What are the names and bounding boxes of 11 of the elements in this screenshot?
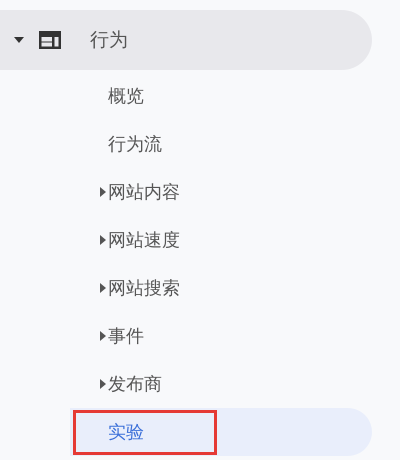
nav-item[interactable]: 事件 (76, 324, 144, 348)
layout-icon (38, 30, 62, 50)
nav-item[interactable]: 网站速度 (76, 228, 180, 252)
nav-item[interactable]: 发布商 (76, 372, 162, 396)
nav-item[interactable]: 网站内容 (76, 180, 180, 204)
nav-item[interactable]: 实验 (76, 420, 144, 444)
nav-section-header[interactable]: 行为 (0, 10, 372, 70)
section-label: 行为 (90, 28, 128, 53)
nav-item[interactable]: 行为流 (76, 132, 162, 156)
nav-item[interactable]: 概览 (76, 84, 144, 108)
nav-item[interactable]: 网站搜索 (76, 276, 180, 300)
